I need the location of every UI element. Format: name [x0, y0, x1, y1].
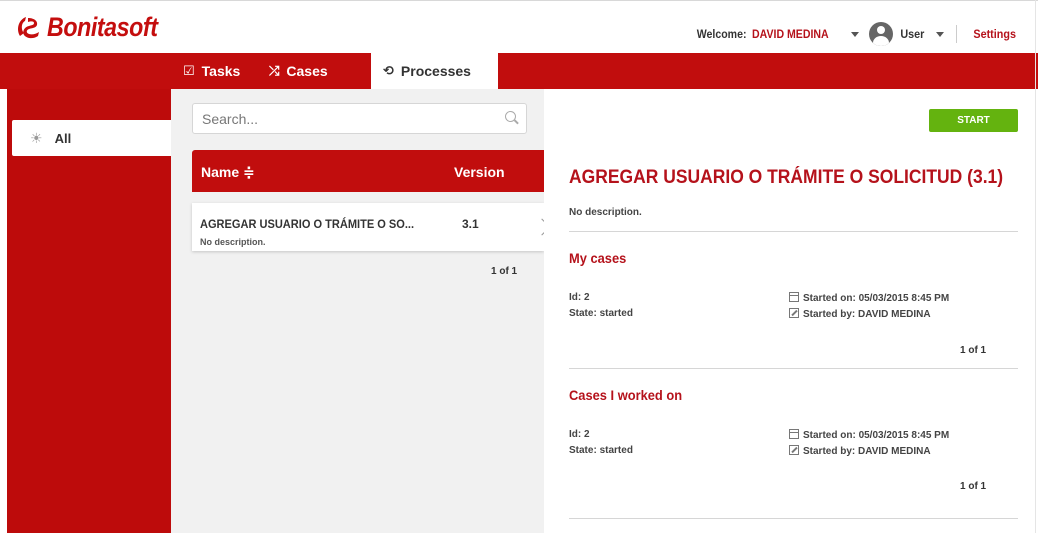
edit-icon	[789, 445, 799, 455]
tab-label: Tasks	[201, 63, 241, 79]
process-icon: ⟲	[383, 63, 394, 78]
start-button[interactable]: START	[929, 109, 1018, 132]
case-state: State: started	[569, 445, 633, 456]
case-state-value: started	[599, 445, 633, 456]
case-state-label: State:	[569, 445, 597, 456]
started-by-label: Started by:	[803, 309, 856, 320]
table-header: Name ≑ Version	[192, 150, 544, 192]
case-started-by: Started by: DAVID MEDINA	[789, 308, 931, 320]
search-icon[interactable]	[505, 111, 516, 122]
case-started-by: Started by: DAVID MEDINA	[789, 445, 931, 457]
edit-icon	[789, 308, 799, 318]
search-input[interactable]	[193, 104, 483, 133]
bonitasoft-logo-icon	[18, 17, 39, 39]
tab-processes[interactable]: ⟲ Processes	[371, 53, 498, 89]
section-title-cases-worked-on: Cases I worked on	[569, 387, 683, 403]
bonitasoft-logo[interactable]: Bonitasoft	[14, 10, 175, 44]
case-id-value: 2	[584, 292, 590, 303]
welcome-label: Welcome:	[697, 27, 747, 41]
case-state-label: State:	[569, 308, 597, 319]
pagination: 1 of 1	[960, 345, 987, 356]
divider	[955, 25, 957, 43]
tab-cases[interactable]: ⤮ Cases	[269, 53, 328, 89]
case-id-label: Id:	[569, 292, 582, 303]
chevron-down-icon[interactable]	[850, 31, 859, 37]
nav-bar	[0, 53, 1038, 89]
case-id-value: 2	[584, 429, 590, 440]
user-menu: Welcome: DAVID MEDINA User Settings	[690, 22, 1038, 46]
process-description: No description.	[569, 207, 642, 218]
case-id: Id: 2	[569, 292, 590, 303]
started-on-value: 05/03/2015 8:45 PM	[858, 430, 950, 441]
process-version: 3.1	[462, 217, 479, 231]
started-on-label: Started on:	[803, 430, 856, 441]
scrollbar-track[interactable]	[1035, 0, 1036, 533]
sidebar-item-all[interactable]: ☀ All	[12, 120, 172, 156]
sun-icon: ☀	[30, 129, 43, 146]
case-id-label: Id:	[569, 429, 582, 440]
tab-label: Processes	[400, 63, 471, 79]
profile-dropdown[interactable]: User	[900, 27, 924, 41]
case-id: Id: 2	[569, 429, 590, 440]
section-title-my-cases: My cases	[569, 250, 627, 266]
started-by-value: DAVID MEDINA	[858, 309, 931, 320]
started-by-value: DAVID MEDINA	[858, 446, 931, 457]
tab-label: Cases	[286, 63, 328, 79]
case-state-value: started	[599, 308, 633, 319]
calendar-icon	[789, 292, 799, 302]
started-on-value: 05/03/2015 8:45 PM	[858, 293, 950, 304]
started-by-label: Started by:	[803, 446, 856, 457]
process-name: AGREGAR USUARIO O TRÁMITE O SO...	[200, 217, 415, 231]
avatar-icon	[868, 22, 893, 46]
settings-link[interactable]: Settings	[973, 27, 1016, 41]
pagination: 1 of 1	[960, 481, 987, 492]
brand-name: Bonitasoft	[47, 11, 158, 42]
chevron-down-icon[interactable]	[935, 31, 944, 37]
divider	[569, 231, 1018, 232]
divider	[569, 368, 1018, 369]
shuffle-icon: ⤮	[269, 63, 280, 78]
column-header-version: Version	[454, 164, 505, 180]
checkbox-icon: ☑	[183, 63, 195, 78]
table-row[interactable]: AGREGAR USUARIO O TRÁMITE O SO... 3.1 No…	[192, 203, 544, 251]
column-header-name[interactable]: Name ≑	[201, 164, 255, 181]
sidebar-item-label: All	[54, 130, 72, 146]
case-started-on: Started on: 05/03/2015 8:45 PM	[789, 429, 949, 441]
case-state: State: started	[569, 308, 633, 319]
pagination: 1 of 1	[491, 266, 518, 277]
process-title: AGREGAR USUARIO O TRÁMITE O SOLICITUD (3…	[569, 167, 1004, 188]
process-description: No description.	[200, 237, 266, 247]
case-started-on: Started on: 05/03/2015 8:45 PM	[789, 292, 949, 304]
divider	[569, 518, 1018, 519]
top-header: Bonitasoft Welcome: DAVID MEDINA User Se…	[0, 0, 1038, 53]
tab-tasks[interactable]: ☑ Tasks	[183, 53, 240, 89]
username-dropdown[interactable]: DAVID MEDINA	[752, 27, 829, 41]
search-box	[192, 103, 527, 134]
started-on-label: Started on:	[803, 293, 856, 304]
calendar-icon	[789, 429, 799, 439]
